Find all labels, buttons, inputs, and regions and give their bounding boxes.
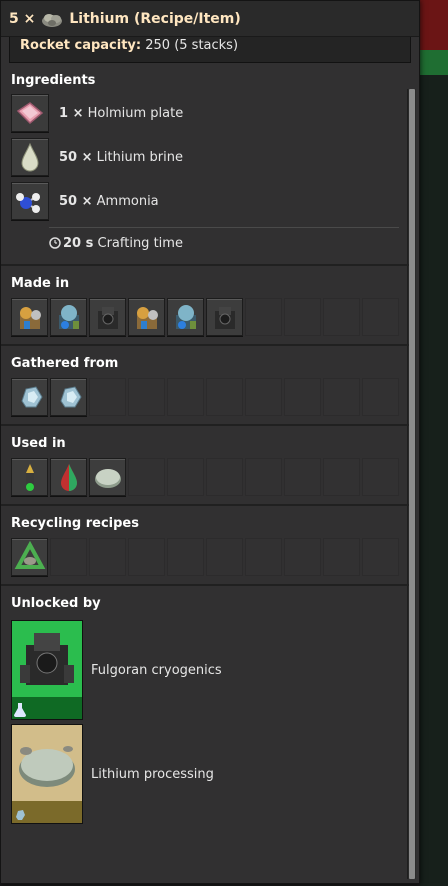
technology-item[interactable]: Lithium processing [11,724,399,824]
ingredient-text: 50 × Lithium brine [59,149,183,165]
empty-slot [167,378,204,416]
title-text: Lithium (Recipe/Item) [69,10,241,27]
empty-slot [284,458,321,496]
ingredient-row[interactable]: 50 × Lithium brine [11,135,399,179]
rocket-capacity-label: Rocket capacity: [20,38,142,53]
empty-slot [89,378,126,416]
empty-slot [89,538,126,576]
gathered-from-heading: Gathered from [11,356,119,371]
empty-slot [362,298,399,336]
technology-label: Lithium processing [91,766,214,782]
empty-slot [284,378,321,416]
recycling-heading: Recycling recipes [11,516,139,531]
lithium-plate-tech-icon[interactable] [11,724,83,824]
empty-slot [284,298,321,336]
empty-slot [167,458,204,496]
ingredient-row[interactable]: 1 × Holmium plate [11,91,399,135]
ingredients-heading: Ingredients [11,73,96,88]
ingredient-text: 50 × Ammonia [59,193,159,209]
background-edge [420,0,448,886]
chemical-plant-icon[interactable] [11,298,48,336]
cryogenic-plant-icon[interactable] [50,298,87,336]
used-in-section: Used in [1,426,409,506]
empty-slot [128,458,165,496]
gathered-from-section: Gathered from [1,346,409,426]
ingredients-section: Ingredients 1 × Holmium plate 50 × Lithi… [1,63,409,266]
empty-slot [362,458,399,496]
empty-slot [323,378,360,416]
recycling-icon[interactable] [11,538,48,576]
empty-slot [362,538,399,576]
empty-slot [323,458,360,496]
empty-slot [323,538,360,576]
empty-slot [167,538,204,576]
made-in-heading: Made in [11,276,70,291]
unlocked-by-section: Unlocked by Fulgoran cryogenics Lithium … [1,586,409,832]
crafting-time-value: 20 s [63,235,94,251]
lithium-ore-icon[interactable] [50,378,87,416]
cryogenic-plant-icon[interactable] [167,298,204,336]
clock-icon [49,237,61,249]
empty-slot [245,378,282,416]
ammonia-icon[interactable] [11,182,49,220]
tower-icon[interactable] [11,458,48,496]
cryogenic-plant-tech-icon[interactable] [11,620,83,720]
made-in-slots [11,298,399,336]
divider [49,227,399,228]
used-in-slots [11,458,399,496]
recycling-section: Recycling recipes [1,506,409,586]
empty-slot [245,298,282,336]
title-count: 5 × [9,10,36,27]
chemical-plant-icon[interactable] [128,298,165,336]
lithium-icon [42,13,63,27]
fluid-drop-icon[interactable] [50,458,87,496]
empty-slot [323,298,360,336]
rocket-capacity: Rocket capacity: 250 (5 stacks) [9,37,411,63]
empty-slot [245,538,282,576]
made-in-section: Made in [1,266,409,346]
technology-item[interactable]: Fulgoran cryogenics [11,620,399,720]
empty-slot [50,538,87,576]
lithium-brine-icon[interactable] [11,138,49,176]
empty-slot [206,538,243,576]
unlocked-by-heading: Unlocked by [11,596,101,611]
holmium-plate-icon[interactable] [11,94,49,132]
dark-assembler-icon[interactable] [206,298,243,336]
title-bar: 5 × Lithium (Recipe/Item) [1,1,419,37]
empty-slot [206,458,243,496]
empty-slot [284,538,321,576]
crafting-time-label: Crafting time [97,235,183,251]
lithium-plate-icon[interactable] [89,458,126,496]
tooltip-content: Ingredients 1 × Holmium plate 50 × Lithi… [1,63,409,832]
scrollbar-thumb[interactable] [409,89,415,879]
empty-slot [245,458,282,496]
gathered-from-slots [11,378,399,416]
technology-label: Fulgoran cryogenics [91,662,222,678]
lithium-ore-icon[interactable] [11,378,48,416]
used-in-heading: Used in [11,436,66,451]
empty-slot [128,378,165,416]
dark-assembler-icon[interactable] [89,298,126,336]
rocket-capacity-value: 250 (5 stacks) [145,38,239,53]
recycling-slots [11,538,399,576]
ingredient-text: 1 × Holmium plate [59,105,184,121]
crafting-time: 20 s Crafting time [49,232,399,254]
tooltip-panel: 5 × Lithium (Recipe/Item) Rocket capacit… [0,0,420,884]
empty-slot [128,538,165,576]
empty-slot [206,378,243,416]
empty-slot [362,378,399,416]
ingredient-row[interactable]: 50 × Ammonia [11,179,399,223]
